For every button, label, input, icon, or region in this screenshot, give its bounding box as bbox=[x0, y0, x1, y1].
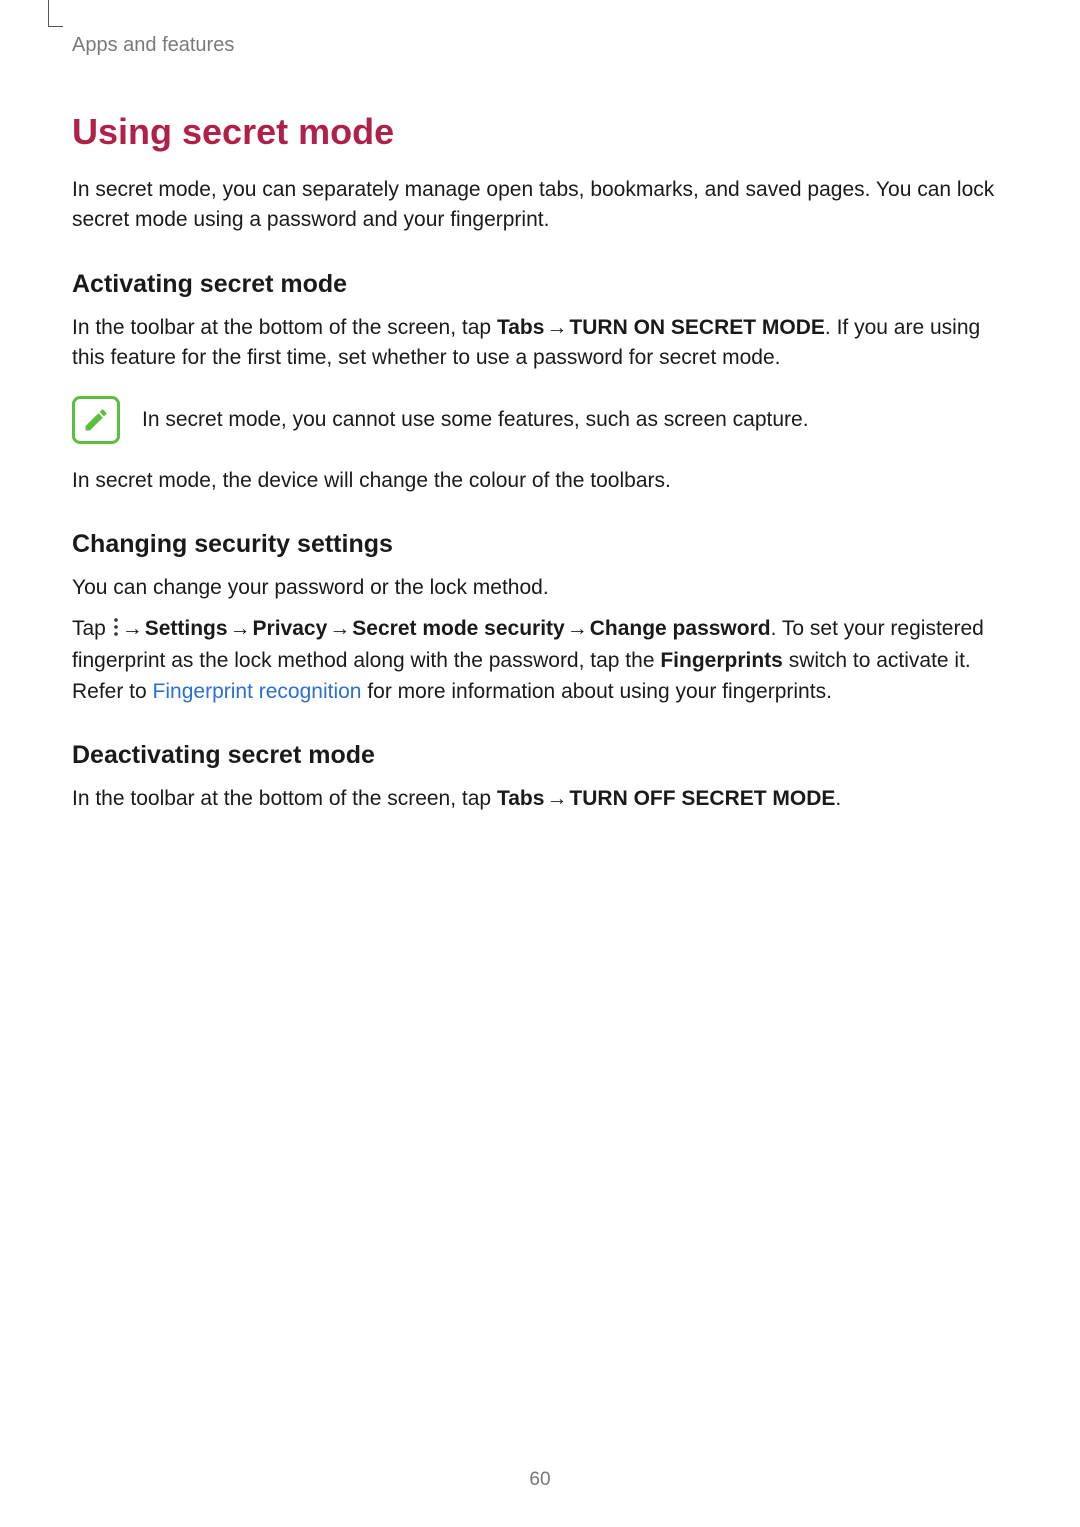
text: for more information about using your fi… bbox=[362, 680, 832, 703]
link-fingerprint-recognition[interactable]: Fingerprint recognition bbox=[153, 680, 362, 703]
label-settings: Settings bbox=[145, 617, 228, 640]
deactivating-paragraph-1: In the toolbar at the bottom of the scre… bbox=[72, 784, 1008, 814]
page-number: 60 bbox=[0, 1469, 1080, 1491]
note-callout: In secret mode, you cannot use some feat… bbox=[72, 396, 1008, 444]
text: In the toolbar at the bottom of the scre… bbox=[72, 316, 497, 339]
activating-paragraph-1: In the toolbar at the bottom of the scre… bbox=[72, 313, 1008, 374]
label-fingerprints: Fingerprints bbox=[660, 649, 783, 672]
text: Tap bbox=[72, 617, 112, 640]
label-tabs: Tabs bbox=[497, 787, 544, 810]
note-text: In secret mode, you cannot use some feat… bbox=[142, 405, 1008, 435]
heading-changing: Changing security settings bbox=[72, 530, 1008, 559]
label-turn-on-secret-mode: TURN ON SECRET MODE bbox=[569, 316, 825, 339]
heading-activating: Activating secret mode bbox=[72, 270, 1008, 299]
text: In the toolbar at the bottom of the scre… bbox=[72, 787, 497, 810]
page-title: Using secret mode bbox=[72, 111, 1008, 153]
page: Apps and features Using secret mode In s… bbox=[0, 0, 1080, 1527]
changing-paragraph-1: You can change your password or the lock… bbox=[72, 573, 1008, 603]
label-secret-mode-security: Secret mode security bbox=[352, 617, 564, 640]
arrow-icon: → bbox=[120, 614, 145, 644]
label-turn-off-secret-mode: TURN OFF SECRET MODE bbox=[569, 787, 835, 810]
label-change-password: Change password bbox=[590, 617, 771, 640]
activating-paragraph-2: In secret mode, the device will change t… bbox=[72, 466, 1008, 496]
pencil-icon bbox=[82, 406, 110, 434]
note-icon bbox=[72, 396, 120, 444]
more-options-icon bbox=[112, 616, 120, 646]
label-privacy: Privacy bbox=[253, 617, 328, 640]
changing-paragraph-2: Tap → Settings → Privacy → Secret mode s… bbox=[72, 614, 1008, 707]
heading-deactivating: Deactivating secret mode bbox=[72, 741, 1008, 770]
arrow-icon: → bbox=[544, 784, 569, 814]
crop-mark-icon bbox=[48, 0, 63, 27]
label-tabs: Tabs bbox=[497, 316, 544, 339]
breadcrumb: Apps and features bbox=[72, 34, 1008, 57]
arrow-icon: → bbox=[544, 313, 569, 343]
arrow-icon: → bbox=[327, 614, 352, 644]
arrow-icon: → bbox=[565, 614, 590, 644]
arrow-icon: → bbox=[228, 614, 253, 644]
text: . bbox=[835, 787, 841, 810]
intro-paragraph: In secret mode, you can separately manag… bbox=[72, 175, 1008, 236]
